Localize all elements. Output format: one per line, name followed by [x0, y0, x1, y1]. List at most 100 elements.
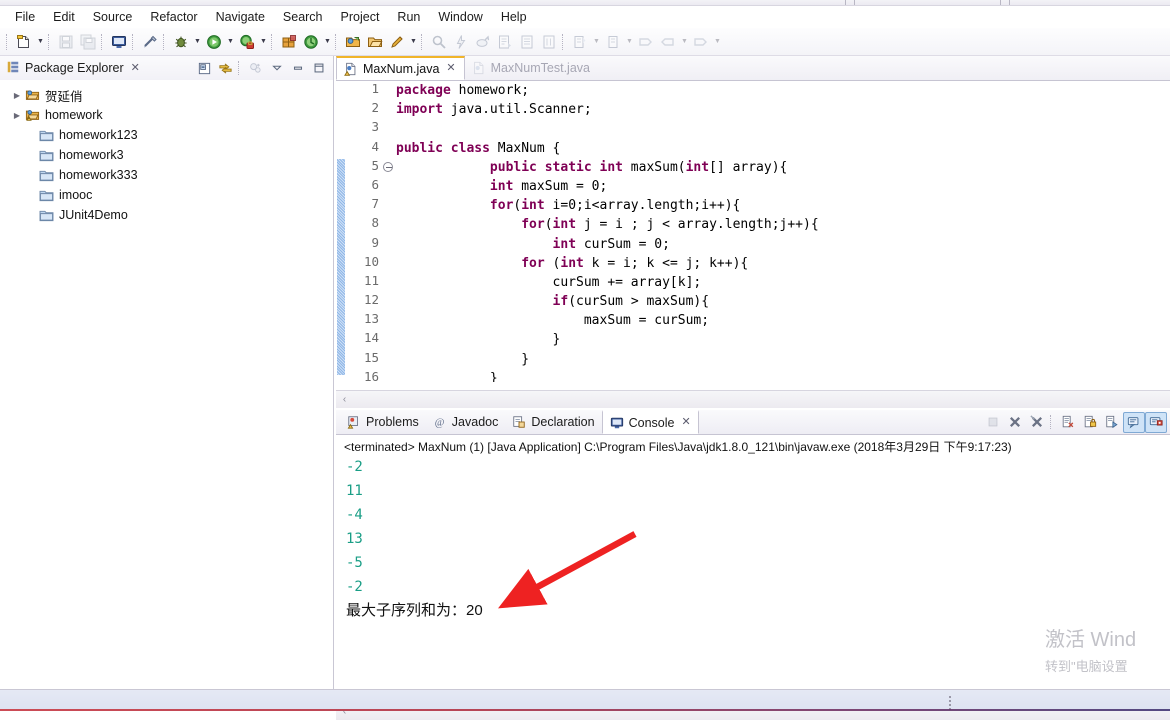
line-number: 1	[371, 81, 379, 96]
new-wizard-dropdown-icon[interactable]: ▼	[35, 31, 46, 53]
tree-item-project-1[interactable]: ▶ homework	[0, 105, 333, 125]
folding-gutter[interactable]	[382, 81, 394, 382]
source-code[interactable]: package homework; import java.util.Scanne…	[394, 81, 1170, 382]
console-output[interactable]: <terminated> MaxNum (1) [Java Applicatio…	[336, 435, 1170, 694]
scrollbar-track[interactable]	[353, 394, 1170, 406]
link-with-editor-icon[interactable]	[215, 58, 236, 78]
external-tools-dropdown-icon[interactable]: ▼	[322, 31, 333, 53]
clear-console-icon[interactable]	[1057, 412, 1079, 433]
tree-item-folder-6[interactable]: ▶ JUnit4Demo	[0, 205, 333, 225]
tree-item-label: homework123	[59, 128, 138, 142]
line-number: 2	[371, 100, 379, 116]
tree-item-folder-3[interactable]: ▶ homework3	[0, 145, 333, 165]
editor-area: MaxNum.java ✕ MaxNumTest.java 1234567891…	[336, 56, 1170, 408]
close-icon[interactable]: ✕	[131, 62, 140, 74]
scroll-left-icon[interactable]: ‹	[336, 394, 353, 405]
back-icon	[569, 31, 591, 53]
tab-declaration[interactable]: Declaration	[505, 410, 601, 434]
new-wizard-icon[interactable]	[13, 31, 35, 53]
code-line: }	[396, 332, 561, 348]
tab-problems[interactable]: Problems	[340, 410, 426, 434]
tree-item-folder-4[interactable]: ▶ homework333	[0, 165, 333, 185]
tree-item-folder-2[interactable]: ▶ homework123	[0, 125, 333, 145]
menu-refactor[interactable]: Refactor	[141, 8, 206, 26]
open-task-icon[interactable]	[364, 31, 386, 53]
console-tab-label: Javadoc	[451, 415, 499, 429]
run-dropdown-icon[interactable]: ▼	[225, 31, 236, 53]
menu-edit[interactable]: Edit	[44, 8, 84, 26]
view-menu-icon[interactable]	[266, 58, 287, 78]
toolbar-separator	[562, 33, 567, 50]
tree-item-project-0[interactable]: ▶ 贺延俏	[0, 85, 333, 105]
menu-project[interactable]: Project	[332, 8, 389, 26]
tab-console[interactable]: Console ✕	[601, 410, 699, 434]
line-number: 12	[363, 292, 379, 308]
chevron-right-icon[interactable]: ▶	[10, 111, 24, 120]
debug-icon[interactable]	[170, 31, 192, 53]
pin-editor-dropdown-icon: ▼	[681, 38, 688, 45]
menu-help[interactable]: Help	[492, 8, 536, 26]
new-java-console-icon[interactable]	[108, 31, 130, 53]
coverage-icon[interactable]	[236, 31, 258, 53]
line-number: 6	[371, 176, 379, 192]
menu-run[interactable]: Run	[388, 8, 429, 26]
annotation-dropdown-icon[interactable]: ▼	[408, 31, 419, 53]
maximize-view-icon[interactable]	[308, 58, 329, 78]
package-explorer-bottom-strip	[0, 681, 334, 689]
collapse-all-icon[interactable]	[194, 58, 215, 78]
code-line: curSum += array[k];	[396, 274, 702, 290]
remove-launch-icon[interactable]	[1004, 412, 1026, 433]
console-stdout-line: 13	[346, 531, 363, 547]
twisty-placeholder: ▶	[24, 151, 38, 160]
run-icon[interactable]	[203, 31, 225, 53]
toolbar-separator	[132, 33, 137, 50]
close-icon[interactable]: ✕	[446, 63, 455, 74]
code-line: public static int maxSum(int[] array){	[489, 159, 788, 175]
menu-window[interactable]: Window	[429, 8, 491, 26]
resize-grip[interactable]	[948, 694, 953, 710]
line-number: 4	[371, 138, 379, 154]
open-console-icon[interactable]	[1145, 411, 1167, 433]
toggle-mark-occurrences-icon[interactable]	[139, 31, 161, 53]
remove-all-terminated-icon[interactable]	[1026, 412, 1048, 433]
change-bar	[337, 159, 345, 375]
external-tools-icon[interactable]	[300, 31, 322, 53]
terminate-icon	[982, 412, 1004, 433]
open-type-icon[interactable]	[342, 31, 364, 53]
skip-breakpoints-icon	[450, 31, 472, 53]
debug-dropdown-icon[interactable]: ▼	[192, 31, 203, 53]
last-edit-location-icon	[538, 31, 560, 53]
tab-javadoc[interactable]: @ Javadoc	[426, 410, 506, 434]
toolbar-separator	[335, 33, 340, 50]
pin-console-icon[interactable]	[1101, 412, 1123, 433]
fold-collapse-icon[interactable]	[383, 161, 393, 172]
next-annotation-icon	[494, 31, 516, 53]
editor-text-area[interactable]: 1 2 3 4 5 6 7 8 9 10 11 12 13 14 15 16 package homework…	[336, 81, 1170, 382]
chevron-right-icon[interactable]: ▶	[10, 91, 24, 100]
menu-search[interactable]: Search	[274, 8, 332, 26]
menu-navigate[interactable]: Navigate	[207, 8, 274, 26]
title-bar-marker-2	[1000, 0, 1010, 5]
view-filter-icon[interactable]	[245, 58, 266, 78]
close-icon[interactable]: ✕	[681, 417, 690, 428]
editor-tab-maxnumtest[interactable]: MaxNumTest.java	[465, 56, 598, 80]
display-selected-console-icon[interactable]	[1123, 411, 1145, 433]
menu-source[interactable]: Source	[84, 8, 142, 26]
console-view: Problems @ Javadoc Declaration Console ✕	[336, 410, 1170, 720]
status-bar	[0, 689, 1170, 711]
tree-item-label: homework333	[59, 168, 138, 182]
console-icon	[610, 416, 624, 430]
new-annotation-icon[interactable]	[386, 31, 408, 53]
line-number: 13	[363, 311, 379, 327]
menu-file[interactable]: File	[6, 8, 44, 26]
scroll-lock-icon[interactable]	[1079, 412, 1101, 433]
editor-horizontal-scrollbar[interactable]: ‹	[336, 390, 1170, 408]
code-line: maxSum = curSum;	[396, 313, 710, 329]
minimize-view-icon[interactable]	[287, 58, 308, 78]
tree-item-label: imooc	[59, 188, 93, 202]
coverage-dropdown-icon[interactable]: ▼	[258, 31, 269, 53]
new-java-package-icon[interactable]	[278, 31, 300, 53]
editor-tab-maxnum[interactable]: MaxNum.java ✕	[336, 56, 465, 80]
tree-item-folder-5[interactable]: ▶ imooc	[0, 185, 333, 205]
code-line: for(int i=0;i<array.length;i++){	[489, 198, 741, 214]
